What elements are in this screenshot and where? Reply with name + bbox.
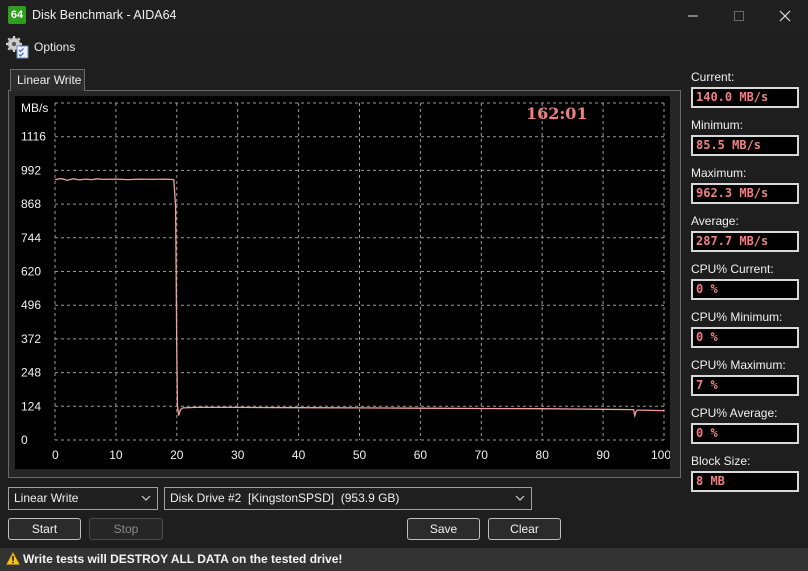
stat-value-box: 0 % (691, 327, 799, 348)
x-tick-label: 0 (52, 448, 59, 462)
y-tick-label: 744 (21, 231, 41, 245)
tab-linear-write[interactable]: Linear Write (10, 69, 85, 91)
warning-icon (6, 552, 20, 565)
stat-value-box: 287.7 MB/s (691, 231, 799, 252)
test-type-value: Linear Write (14, 491, 79, 505)
x-tick-label: 80 (536, 448, 550, 462)
y-tick-label: 620 (21, 265, 41, 279)
stat-value-box: 7 % (691, 375, 799, 396)
save-button[interactable]: Save (407, 518, 480, 540)
x-tick-label: 90 (596, 448, 610, 462)
stat-value-box: 0 % (691, 423, 799, 444)
start-button[interactable]: Start (8, 518, 81, 540)
minimize-button[interactable] (670, 0, 716, 31)
options-gear-icon[interactable] (5, 35, 29, 59)
drive-value: Disk Drive #2 [KingstonSPSD] (953.9 GB) (170, 491, 400, 505)
y-tick-label: 496 (21, 298, 41, 312)
stat-label: Minimum: (691, 118, 744, 132)
warning-bar: Write tests will DESTROY ALL DATA on the… (0, 548, 808, 571)
x-tick-label: 40 (292, 448, 306, 462)
maximize-icon (734, 11, 744, 21)
options-menu[interactable]: Options (34, 40, 75, 54)
elapsed-timer: 162:01 (526, 104, 588, 123)
stat-value-box: 962.3 MB/s (691, 183, 799, 204)
close-button[interactable] (762, 0, 808, 31)
aida64-app-icon: 64 (8, 6, 26, 24)
close-icon (779, 10, 791, 22)
stat-label: CPU% Maximum: (691, 358, 786, 372)
y-axis-label: MB/s (21, 101, 48, 115)
title-bar: 64 Disk Benchmark - AIDA64 (0, 0, 808, 31)
stop-button[interactable]: Stop (89, 518, 163, 540)
x-tick-label: 10 (109, 448, 123, 462)
warning-message: Write tests will DESTROY ALL DATA on the… (23, 552, 343, 566)
drive-select[interactable]: Disk Drive #2 [KingstonSPSD] (953.9 GB) (164, 487, 532, 510)
y-tick-label: 372 (21, 332, 41, 346)
benchmark-chart: 0 124 248 372 496 620 744 868 992 1116 MB/s 0 10 20 30… (15, 96, 670, 469)
maximize-button[interactable] (716, 0, 762, 31)
chevron-down-icon (515, 495, 525, 501)
clear-button[interactable]: Clear (488, 518, 561, 540)
minimize-icon (688, 15, 698, 17)
x-tick-label: 20 (170, 448, 184, 462)
x-tick-label: 70 (475, 448, 489, 462)
x-tick-label: 30 (231, 448, 245, 462)
stat-value-box: 8 MB (691, 471, 799, 492)
stat-label: Current: (691, 70, 735, 84)
chart-svg: 0 124 248 372 496 620 744 868 992 1116 MB/s 0 10 20 30… (21, 101, 670, 462)
stat-label: Block Size: (691, 454, 751, 468)
stat-value-box: 140.0 MB/s (691, 87, 799, 108)
y-tick-label: 992 (21, 163, 41, 177)
x-tick-label: 100 % (651, 448, 670, 462)
test-type-select[interactable]: Linear Write (8, 487, 158, 510)
y-tick-label: 0 (21, 433, 28, 447)
window-title: Disk Benchmark - AIDA64 (32, 8, 177, 22)
stat-label: Average: (691, 214, 739, 228)
y-tick-label: 868 (21, 197, 41, 211)
y-tick-label: 248 (21, 366, 41, 380)
x-tick-label: 50 (353, 448, 367, 462)
stat-value-box: 0 % (691, 279, 799, 300)
stat-value-box: 85.5 MB/s (691, 135, 799, 156)
y-tick-label: 1116 (21, 130, 46, 144)
menu-bar: Options (0, 31, 808, 63)
y-tick-label: 124 (21, 399, 41, 413)
x-tick-label: 60 (414, 448, 428, 462)
chevron-down-icon (141, 495, 151, 501)
stat-label: CPU% Average: (691, 406, 778, 420)
stat-label: Maximum: (691, 166, 747, 180)
stat-label: CPU% Current: (691, 262, 774, 276)
stat-label: CPU% Minimum: (691, 310, 783, 324)
